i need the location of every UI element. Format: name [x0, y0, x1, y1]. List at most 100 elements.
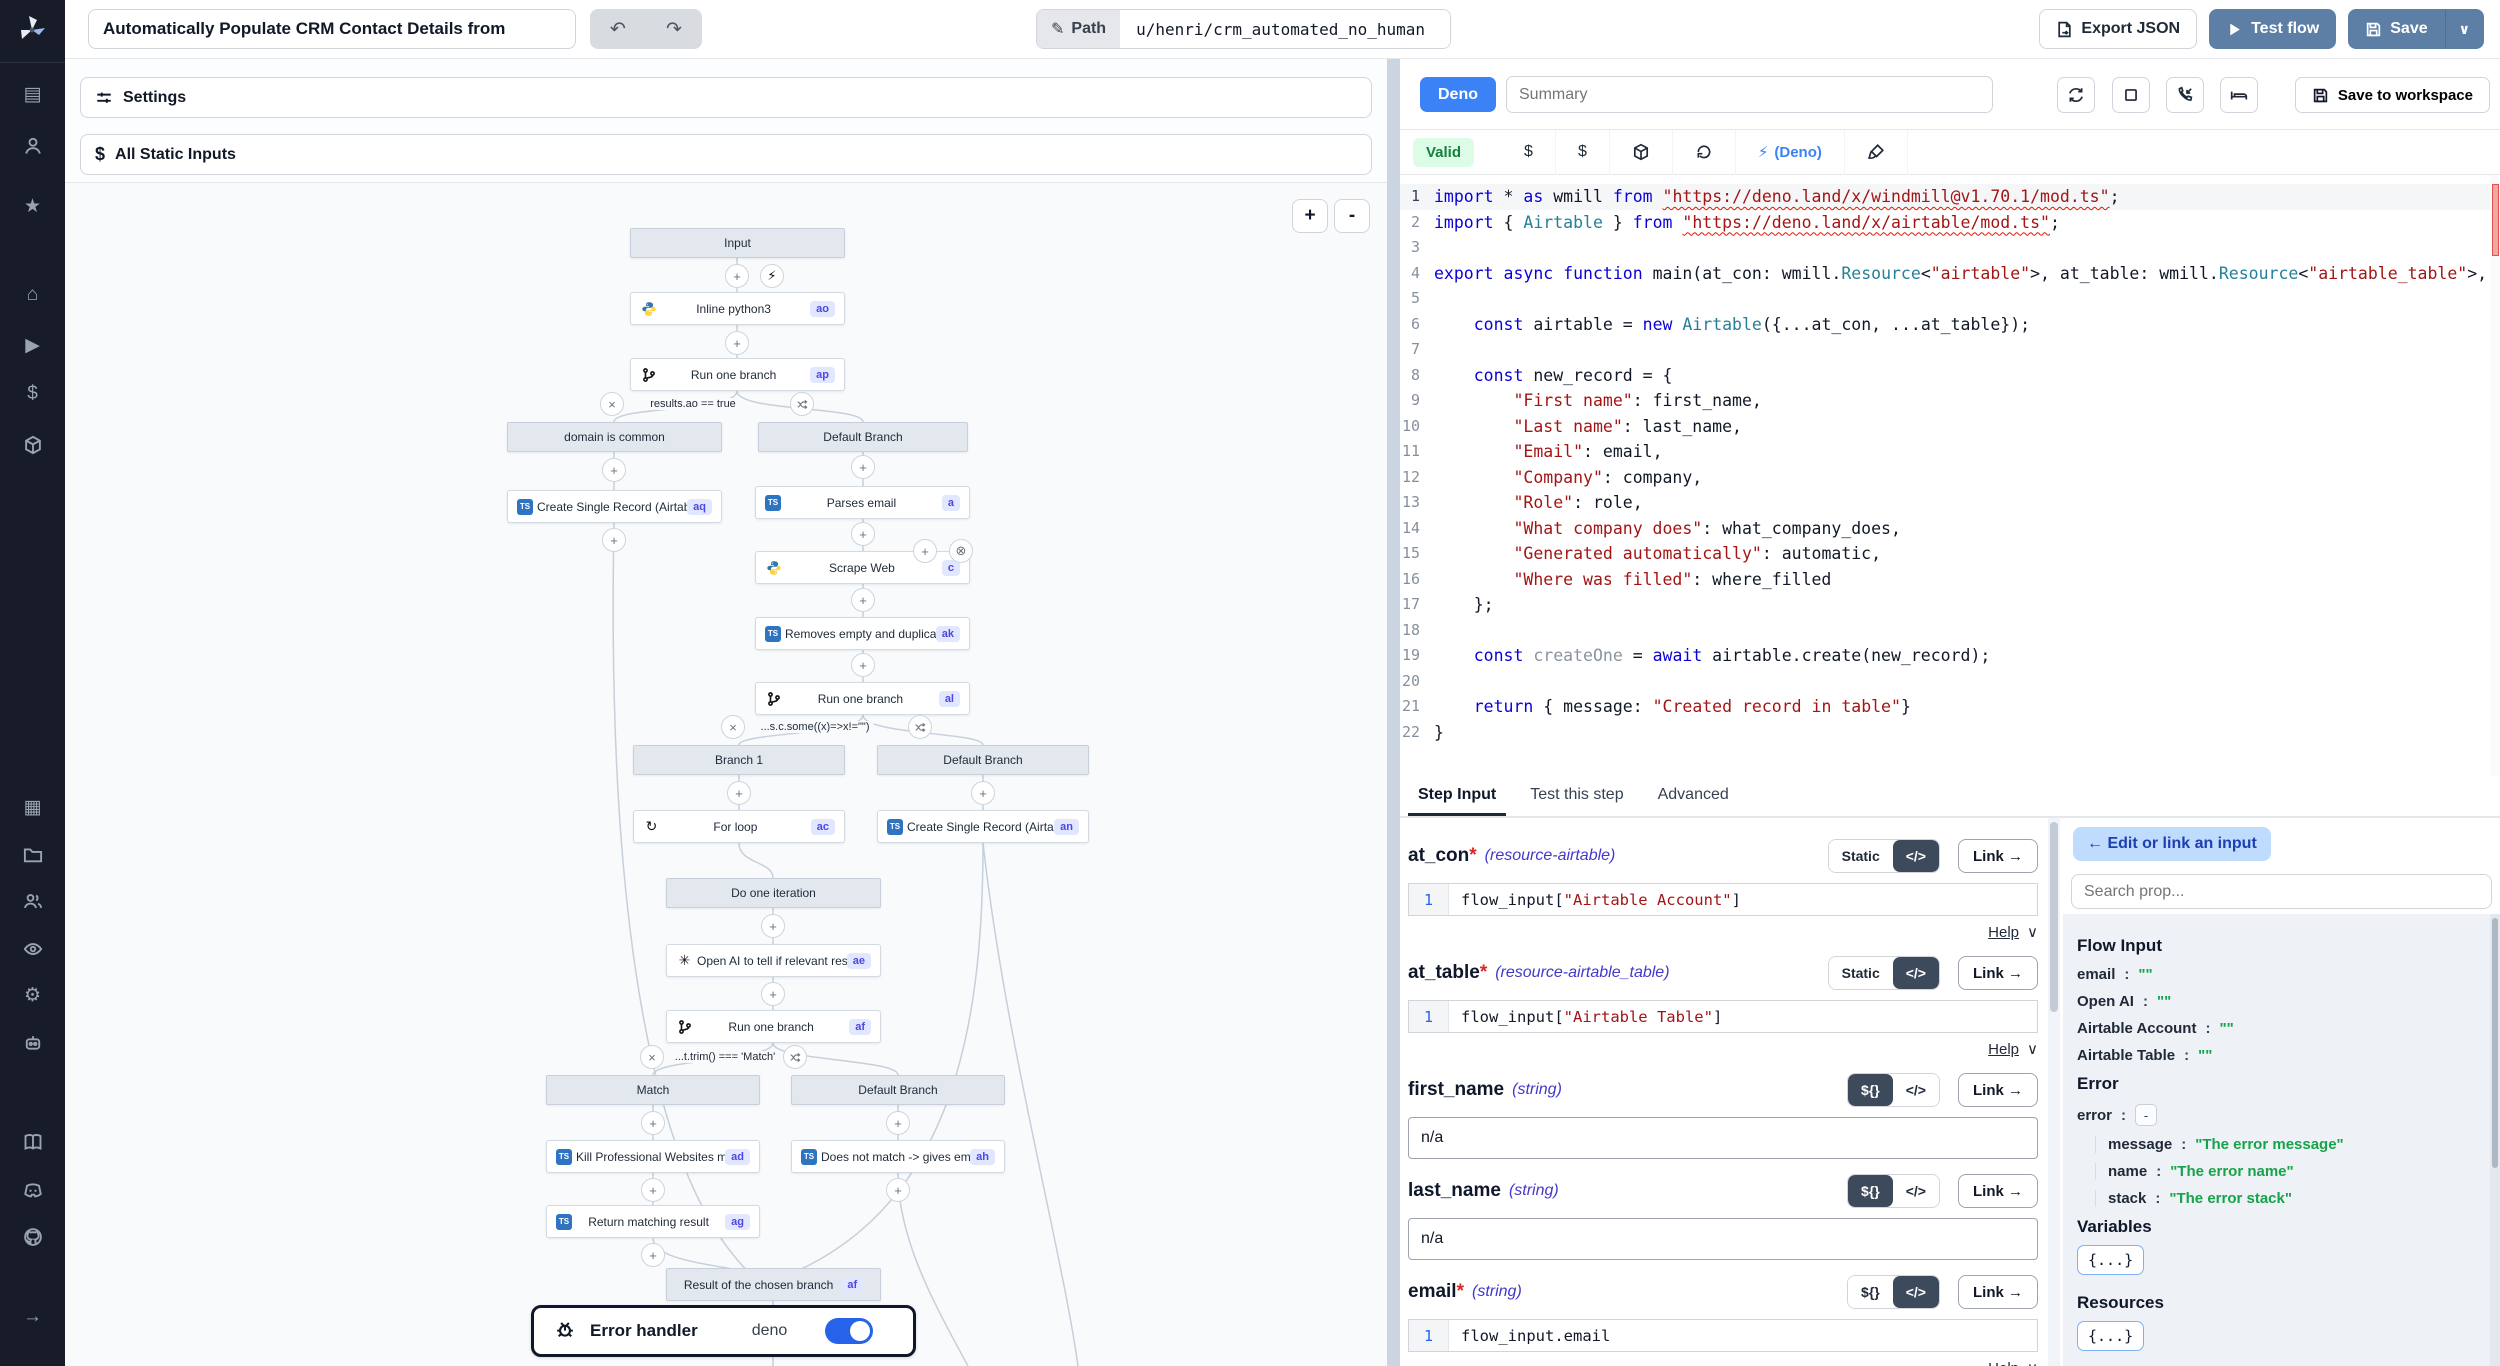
redo-icon[interactable]: ↷	[666, 18, 682, 41]
code-line-13[interactable]: 13 "Role": role,	[1400, 490, 2500, 516]
variable-picker-icon[interactable]: $	[1502, 130, 1556, 175]
error-handler-node[interactable]: Error handlerdeno	[531, 1305, 916, 1357]
javascript-mode-button[interactable]: </>	[1893, 1276, 1939, 1308]
windmill-logo-icon[interactable]	[14, 12, 50, 48]
code-line-10[interactable]: 10 "Last name": last_name,	[1400, 414, 2500, 440]
input-mode-toggle[interactable]: Static</>	[1828, 956, 1940, 990]
flow-title-input[interactable]	[88, 9, 576, 49]
settings-gear-icon[interactable]: ⚙	[0, 978, 65, 1012]
apps-hub-icon[interactable]	[0, 428, 65, 462]
language-badge[interactable]: Deno	[1420, 77, 1496, 112]
code-line-14[interactable]: 14 "What company does": what_company_doe…	[1400, 516, 2500, 542]
prop-row-error[interactable]: error:-	[2077, 1104, 2486, 1126]
code-line-15[interactable]: 15 "Generated automatically": automatic,	[1400, 541, 2500, 567]
expression-editor[interactable]: 1flow_input.email	[1408, 1319, 2038, 1352]
expression-editor[interactable]: 1flow_input["Airtable Table"]	[1408, 1000, 2038, 1033]
insert-step-plus-icon[interactable]: +	[725, 264, 749, 288]
edit-or-link-input-button[interactable]: ← Edit or link an input	[2073, 827, 2271, 861]
favorites-star-icon[interactable]: ★	[0, 189, 65, 223]
save-button[interactable]: Save	[2348, 9, 2444, 49]
restart-icon[interactable]	[2057, 77, 2095, 113]
code-line-19[interactable]: 19 const createOne = await airtable.crea…	[1400, 643, 2500, 669]
format-brush-icon[interactable]	[1845, 130, 1908, 175]
package-cube-icon[interactable]	[1610, 130, 1673, 175]
return-matching-result[interactable]: TSReturn matching resultag	[546, 1205, 760, 1238]
insert-step-plus-icon[interactable]: +	[641, 1243, 665, 1267]
prop-row-open-ai[interactable]: Open AI:""	[2077, 993, 2486, 1010]
groups-users-icon[interactable]	[0, 884, 65, 918]
inline-python3[interactable]: Inline python3ao	[630, 292, 845, 325]
move-step-icon[interactable]: +	[913, 539, 937, 563]
path-chip[interactable]: ✎Path u/henri/crm_automated_no_human	[1036, 9, 1451, 49]
chevron-down-icon[interactable]: ∨	[2027, 1359, 2038, 1366]
tab-advanced[interactable]: Advanced	[1648, 776, 1739, 816]
folders-icon[interactable]	[0, 838, 65, 872]
workspace-building-icon[interactable]: ▤	[0, 77, 65, 111]
insert-step-plus-icon[interactable]: +	[641, 1178, 665, 1202]
docs-book-icon[interactable]	[0, 1125, 65, 1159]
test-flow-button[interactable]: Test flow	[2209, 9, 2336, 49]
object-expand-button[interactable]: {...}	[2077, 1321, 2144, 1351]
code-line-21[interactable]: 21 return { message: "Created record in …	[1400, 694, 2500, 720]
code-line-6[interactable]: 6 const airtable = new Airtable({...at_c…	[1400, 312, 2500, 338]
code-scrollbar[interactable]	[2490, 175, 2500, 776]
run-one-branch-af[interactable]: Run one branchaf	[666, 1010, 881, 1043]
discord-icon[interactable]	[0, 1173, 65, 1207]
code-line-22[interactable]: 22}	[1400, 720, 2500, 746]
insert-step-plus-icon[interactable]: +	[641, 1111, 665, 1135]
insert-step-plus-icon[interactable]: +	[851, 653, 875, 677]
openai-tell-if-relevant[interactable]: ✳Open AI to tell if relevant resultae	[666, 944, 881, 977]
link-input-button[interactable]: Link →	[1958, 956, 2038, 990]
link-input-button[interactable]: Link →	[1958, 839, 2038, 873]
insert-step-plus-icon[interactable]: +	[851, 522, 875, 546]
insert-step-plus-icon[interactable]: +	[851, 588, 875, 612]
home-icon[interactable]: ⌂	[0, 278, 65, 312]
summary-input[interactable]	[1506, 76, 1993, 113]
code-line-9[interactable]: 9 "First name": first_name,	[1400, 388, 2500, 414]
ai-assistant-button[interactable]: ⚡(Deno)	[1736, 130, 1845, 175]
code-line-4[interactable]: 4export async function main(at_con: wmil…	[1400, 261, 2500, 287]
variables-dollar-icon[interactable]: $	[0, 377, 65, 411]
link-input-button[interactable]: Link →	[1958, 1073, 2038, 1107]
javascript-mode-button[interactable]: </>	[1893, 1175, 1939, 1207]
phone-incoming-icon[interactable]	[2166, 77, 2204, 113]
insert-step-plus-icon[interactable]: +	[761, 982, 785, 1006]
input-mode-toggle[interactable]: ${}</>	[1847, 1174, 1940, 1208]
do-one-iteration[interactable]: Do one iteration	[666, 878, 881, 908]
resource-picker-icon[interactable]: $	[1556, 130, 1610, 175]
link-input-button[interactable]: Link →	[1958, 1275, 2038, 1309]
insert-step-plus-icon[interactable]: +	[761, 914, 785, 938]
tab-test-this-step[interactable]: Test this step	[1520, 776, 1633, 816]
static-mode-button[interactable]: Static	[1829, 957, 1893, 989]
code-line-17[interactable]: 17 };	[1400, 592, 2500, 618]
branch-match[interactable]: Match	[546, 1075, 760, 1105]
object-expand-button[interactable]: {...}	[2077, 1245, 2144, 1275]
trigger-lightning-icon[interactable]: ⚡	[760, 264, 784, 288]
prop-row-message[interactable]: message:"The error message"	[2095, 1136, 2486, 1153]
collapse-button[interactable]: -	[2135, 1104, 2157, 1126]
branch-domain-is-common[interactable]: domain is common	[507, 422, 722, 452]
zoom-out-button[interactable]: -	[1334, 199, 1370, 233]
collapse-arrow-icon[interactable]: →	[0, 1300, 65, 1334]
flow-graph-canvas[interactable]: Inputdomain is commonDefault BranchBranc…	[65, 183, 1387, 1366]
help-link[interactable]: Help	[1988, 924, 2019, 941]
code-line-2[interactable]: 2import { Airtable } from "https://deno.…	[1400, 210, 2500, 236]
schedules-calendar-icon[interactable]: ▦	[0, 790, 65, 824]
input-mode-toggle[interactable]: Static</>	[1828, 839, 1940, 873]
branch-shuffle-icon[interactable]	[783, 1045, 807, 1069]
javascript-mode-button[interactable]: </>	[1893, 840, 1939, 872]
code-line-7[interactable]: 7	[1400, 337, 2500, 363]
insert-step-plus-icon[interactable]: +	[886, 1178, 910, 1202]
create-single-record-aq[interactable]: TSCreate Single Record (Airtable)aq	[507, 490, 722, 523]
input-mode-toggle[interactable]: ${}</>	[1847, 1073, 1940, 1107]
branch-default-3[interactable]: Default Branch	[791, 1075, 1005, 1105]
parses-email[interactable]: TSParses emaila	[755, 486, 970, 519]
insert-step-plus-icon[interactable]: +	[602, 528, 626, 552]
runs-play-icon[interactable]: ▶	[0, 328, 65, 362]
input-mode-toggle[interactable]: ${}</>	[1847, 1275, 1940, 1309]
branch-default-1[interactable]: Default Branch	[758, 422, 968, 452]
static-mode-button[interactable]: Static	[1829, 840, 1893, 872]
prop-row-airtable-table[interactable]: Airtable Table:""	[2077, 1047, 2486, 1064]
remove-branch-x-icon[interactable]: ×	[600, 392, 624, 416]
audit-eye-icon[interactable]	[0, 932, 65, 966]
